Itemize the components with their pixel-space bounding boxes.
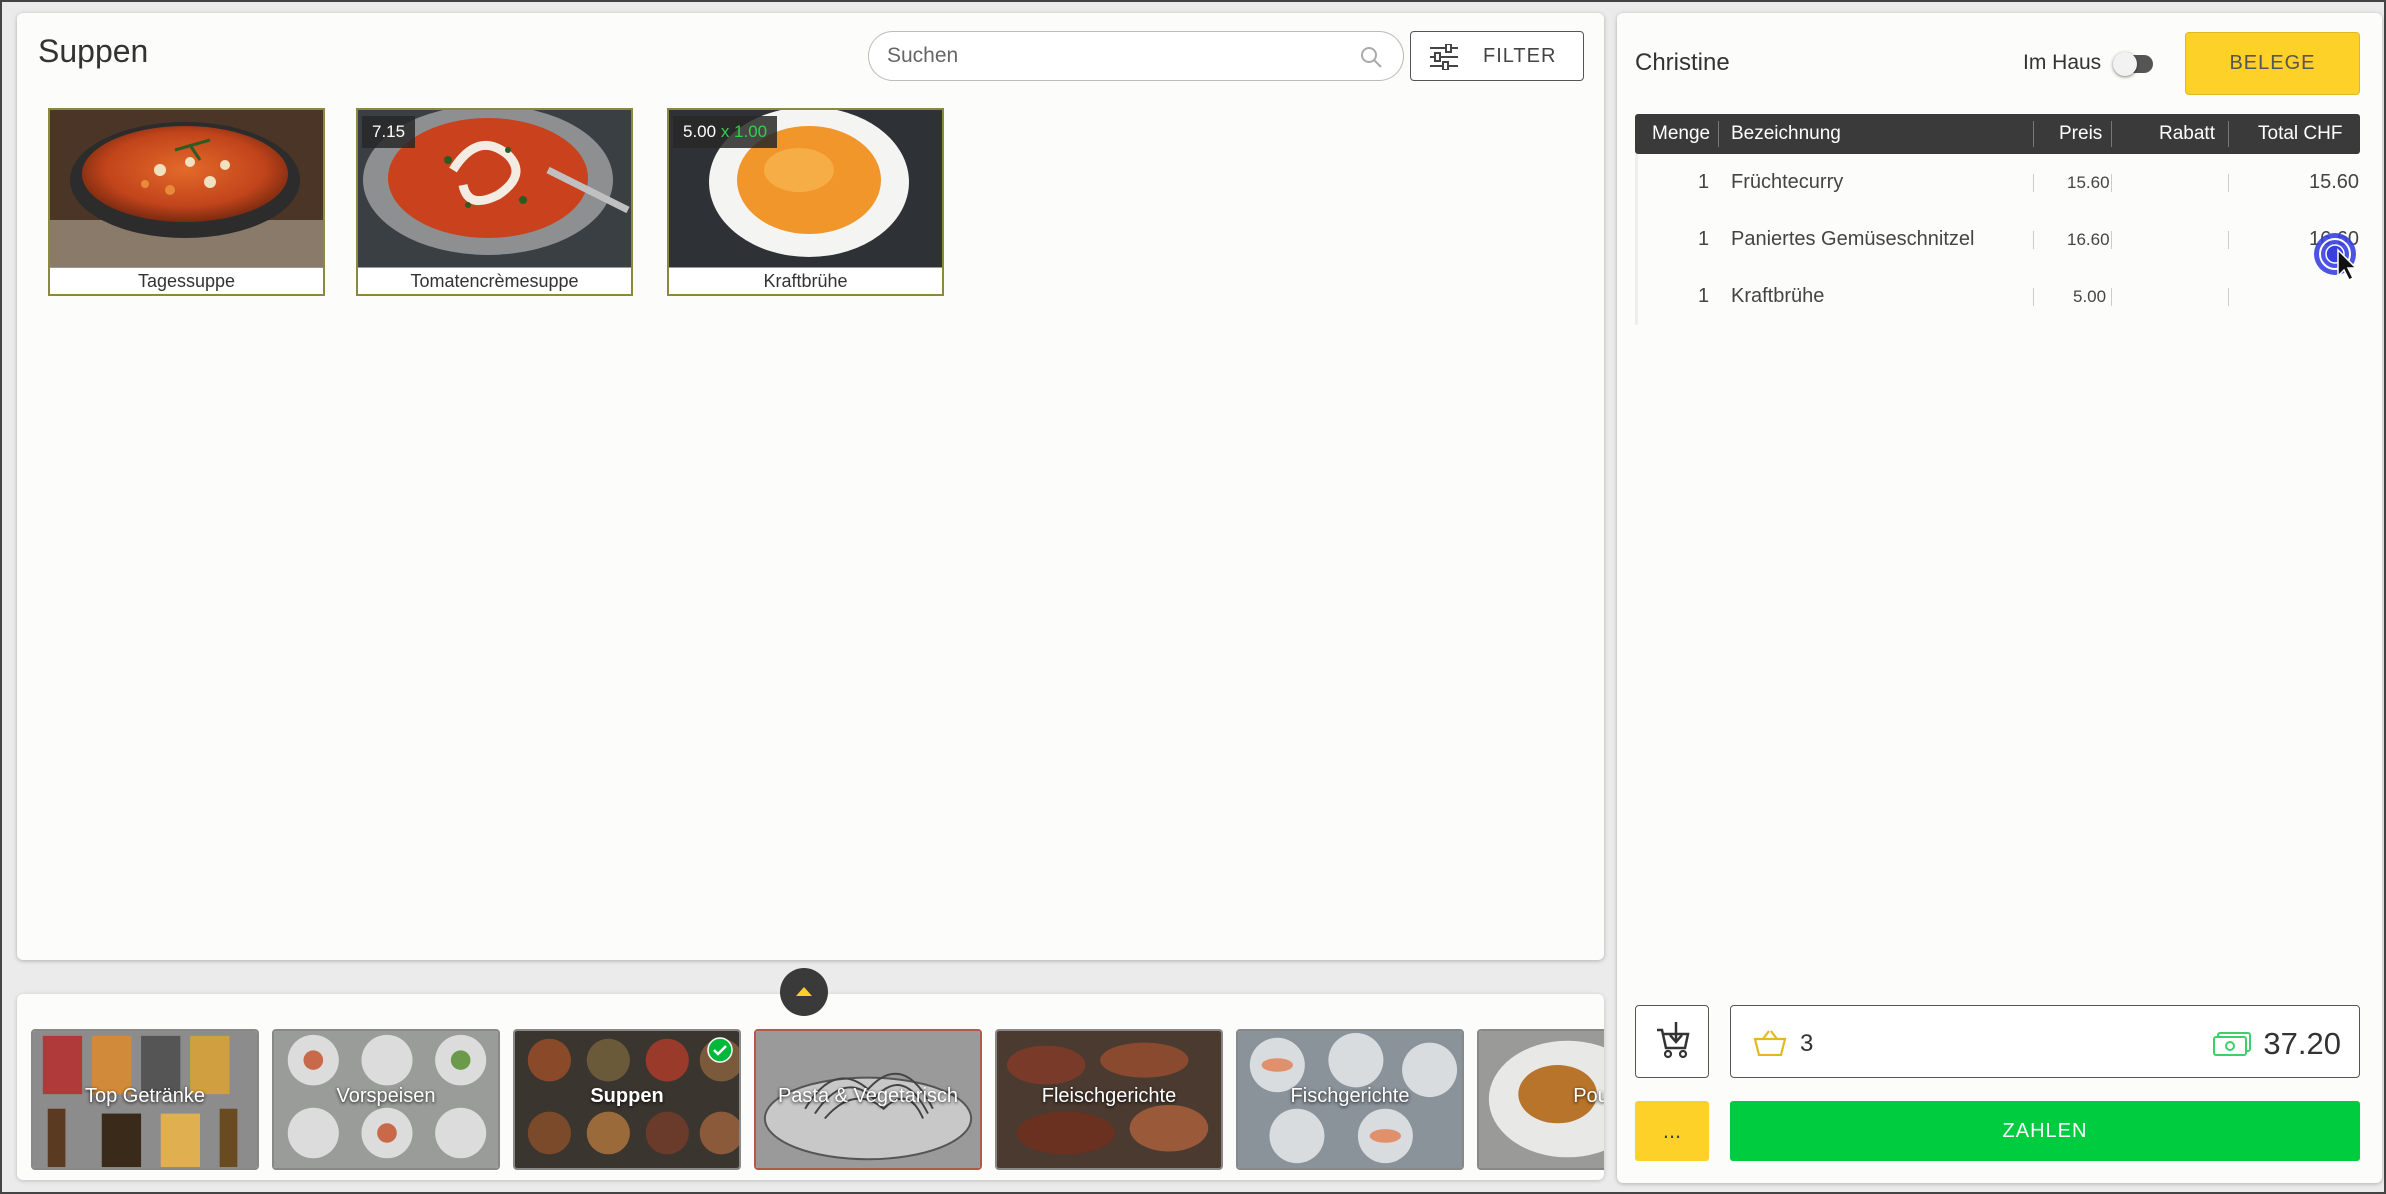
- category-label: Pasta & Vegetarisch: [777, 1085, 959, 1107]
- category-strip[interactable]: Top Getränke Vorspeisen Suppen Pasta & V…: [17, 994, 1604, 1180]
- category-suppen[interactable]: Suppen: [513, 1029, 741, 1170]
- product-card-tomatencremesuppe[interactable]: 7.15 Tomatencrèmesuppe: [356, 108, 633, 296]
- column-header-total: Total CHF: [2258, 123, 2343, 144]
- row-qty: 1: [1698, 171, 1710, 193]
- check-circle-icon: [707, 1037, 733, 1063]
- price-badge-value: 7.15: [372, 122, 406, 141]
- row-name: Früchtecurry: [1731, 171, 1844, 193]
- search-input[interactable]: [887, 32, 1327, 80]
- pay-button[interactable]: ZAHLEN: [1730, 1101, 2360, 1161]
- order-table: Menge Bezeichnung Preis Rabatt Total CHF…: [1635, 114, 2360, 325]
- mouse-cursor-icon: [2314, 233, 2358, 282]
- triangle-up-icon: [796, 987, 812, 996]
- product-panel: Suppen FILTER: [17, 13, 1604, 960]
- basket-icon: [1753, 1030, 1787, 1056]
- column-header-rabatt: Rabatt: [2159, 123, 2215, 144]
- tagessuppe-image: [50, 110, 323, 267]
- order-summary: 3 37.20: [1730, 1005, 2360, 1078]
- price-badge: 7.15: [362, 116, 416, 148]
- filter-sliders-icon: [1430, 44, 1458, 70]
- search-box[interactable]: [868, 31, 1404, 81]
- filter-label: FILTER: [1483, 45, 1557, 67]
- product-card-tagessuppe[interactable]: Tagessuppe: [48, 108, 325, 296]
- item-count: 3: [1800, 1030, 1814, 1057]
- category-label: Vorspeisen: [336, 1085, 436, 1107]
- price-badge-value: 5.00: [683, 122, 717, 141]
- category-label: Suppen: [590, 1085, 664, 1107]
- money-bills-icon: [2213, 1032, 2251, 1056]
- column-header-preis: Preis: [2059, 123, 2103, 144]
- expand-categories-button[interactable]: [780, 968, 828, 1016]
- cart-download-button[interactable]: [1635, 1005, 1709, 1078]
- order-row[interactable]: 1 Kraftbrühe 5.00: [1635, 268, 2360, 325]
- filter-button[interactable]: FILTER: [1410, 31, 1584, 81]
- column-header-menge: Menge: [1652, 123, 1711, 144]
- column-header-bezeichnung: Bezeichnung: [1731, 123, 1841, 144]
- category-label: Top Getränke: [84, 1085, 206, 1107]
- row-qty: 1: [1698, 285, 1710, 307]
- order-panel: Christine Im Haus BELEGE Menge Bezeichnu…: [1617, 13, 2382, 1183]
- product-card-kraftbruehe[interactable]: 5.00 x 1.00 Kraftbrühe: [667, 108, 944, 296]
- category-label: Fischgerichte: [1290, 1085, 1410, 1107]
- order-row[interactable]: 1 Früchtecurry 15.60 15.60: [1635, 154, 2360, 211]
- category-fleischgerichte[interactable]: Fleischgerichte: [995, 1029, 1223, 1170]
- category-fischgerichte[interactable]: Fischgerichte: [1236, 1029, 1464, 1170]
- product-name: Tagessuppe: [50, 267, 323, 294]
- row-price: 5.00: [2073, 287, 2107, 306]
- category-label: Fleischgerichte: [1041, 1085, 1177, 1107]
- price-badge-multiplier: x 1.00: [720, 122, 768, 141]
- belege-button[interactable]: BELEGE: [2185, 32, 2360, 95]
- row-price: 15.60: [2067, 173, 2110, 192]
- category-pasta-vegetarisch[interactable]: Pasta & Vegetarisch: [754, 1029, 982, 1170]
- order-total: 37.20: [2263, 1026, 2341, 1061]
- table-header: Menge Bezeichnung Preis Rabatt Total CHF: [1635, 114, 2360, 154]
- row-name: Kraftbrühe: [1731, 285, 1825, 307]
- category-top-getraenke[interactable]: Top Getränke: [31, 1029, 259, 1170]
- row-qty: 1: [1698, 228, 1710, 250]
- more-options-button[interactable]: ...: [1635, 1101, 1709, 1161]
- customer-name: Christine: [1635, 49, 1730, 76]
- product-name: Kraftbrühe: [669, 267, 942, 294]
- row-total: 15.60: [2309, 171, 2360, 193]
- price-badge: 5.00 x 1.00: [673, 116, 778, 148]
- product-name: Tomatencrèmesuppe: [358, 267, 631, 294]
- order-row[interactable]: 1 Paniertes Gemüseschnitzel 16.60 16.60: [1635, 211, 2360, 268]
- category-poulet[interactable]: Pou: [1477, 1029, 1604, 1170]
- category-label: Pou: [1573, 1085, 1604, 1107]
- search-icon[interactable]: [1359, 45, 1383, 69]
- category-vorspeisen[interactable]: Vorspeisen: [272, 1029, 500, 1170]
- row-name: Paniertes Gemüseschnitzel: [1731, 228, 1975, 250]
- row-price: 16.60: [2067, 230, 2110, 249]
- cart-download-icon: [1657, 1022, 1690, 1059]
- im-haus-toggle[interactable]: [2113, 52, 2153, 76]
- page-title: Suppen: [38, 33, 149, 69]
- im-haus-label: Im Haus: [2023, 51, 2102, 74]
- toggle-knob: [2113, 52, 2137, 76]
